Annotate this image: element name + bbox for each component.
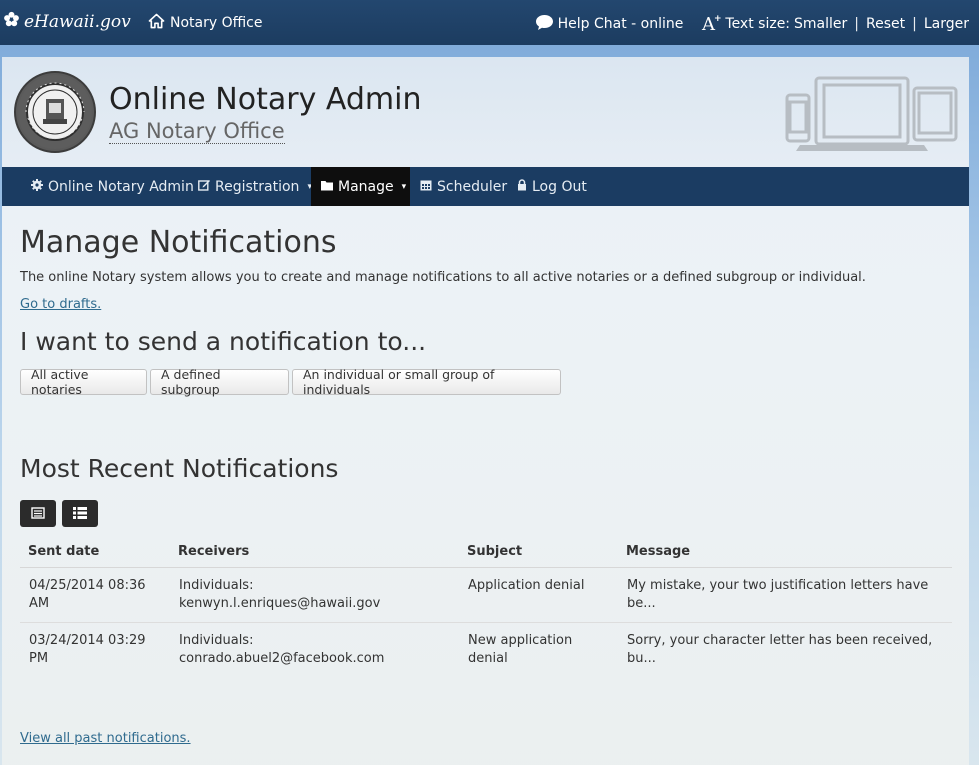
intro-text: The online Notary system allows you to c… bbox=[20, 270, 866, 285]
column-header-sent-date: Sent date bbox=[20, 536, 170, 568]
notifications-table: Sent date Receivers Subject Message 04/2… bbox=[20, 536, 952, 677]
separator: | bbox=[854, 16, 860, 32]
app-header: Online Notary Admin AG Notary Office bbox=[2, 57, 969, 167]
cell-receivers: Individuals: kenwyn.l.enriques@hawaii.go… bbox=[170, 567, 459, 623]
view-all-notifications-link[interactable]: View all past notifications. bbox=[20, 731, 191, 746]
text-size-icon: A + bbox=[701, 13, 722, 35]
responsive-devices-icon bbox=[784, 75, 960, 159]
recent-notifications-heading: Most Recent Notifications bbox=[20, 454, 339, 483]
nav-manage[interactable]: Manage ▾ bbox=[311, 167, 410, 206]
caret-down-icon: ▾ bbox=[401, 181, 407, 192]
table-header-row: Sent date Receivers Subject Message bbox=[20, 536, 952, 568]
ehawaii-brand[interactable]: eHawaii.gov bbox=[3, 11, 131, 32]
cell-receivers: Individuals: conrado.abuel2@facebook.com bbox=[179, 633, 385, 666]
lock-icon bbox=[517, 178, 527, 195]
nav-label: Registration bbox=[215, 178, 300, 195]
hibiscus-icon bbox=[3, 11, 20, 32]
cell-subject: Application denial bbox=[459, 567, 618, 623]
attorney-general-seal-logo bbox=[14, 71, 96, 153]
go-to-drafts-link[interactable]: Go to drafts. bbox=[20, 297, 101, 312]
defined-subgroup-button[interactable]: A defined subgroup bbox=[150, 367, 289, 397]
notary-office-link[interactable]: Notary Office bbox=[148, 13, 262, 33]
nav-label: Online Notary Admin bbox=[48, 178, 194, 195]
page-title: Manage Notifications bbox=[20, 225, 337, 260]
column-header-receivers: Receivers bbox=[170, 536, 459, 568]
cell-sent-date: 04/25/2014 08:36 AM bbox=[20, 567, 170, 623]
text-larger-link[interactable]: Larger bbox=[924, 16, 969, 32]
main-panel: Online Notary Admin AG Notary Office Onl… bbox=[2, 57, 969, 765]
app-title: Online Notary Admin bbox=[109, 82, 422, 117]
home-icon bbox=[148, 13, 165, 33]
chat-bubble-icon bbox=[535, 14, 554, 35]
send-heading: I want to send a notification to... bbox=[20, 327, 427, 356]
column-header-subject: Subject bbox=[459, 536, 618, 568]
cell-message: My mistake, your two justification lette… bbox=[618, 567, 952, 623]
separator: | bbox=[912, 16, 917, 32]
text-size-label: Text size: bbox=[725, 16, 791, 32]
edit-icon bbox=[198, 179, 210, 195]
detail-list-icon bbox=[31, 504, 45, 523]
top-bar: eHawaii.gov Notary Office Help Chat - on… bbox=[0, 0, 979, 45]
column-header-message: Message bbox=[618, 536, 952, 568]
top-right-tools: Help Chat - online A + Text size: Smalle… bbox=[535, 13, 969, 35]
nav-log-out[interactable]: Log Out bbox=[507, 167, 597, 206]
nav-label: Scheduler bbox=[437, 178, 508, 195]
cell-sent-date: 03/24/2014 03:29 PM bbox=[29, 633, 146, 666]
list-icon bbox=[73, 504, 87, 523]
individual-group-button[interactable]: An individual or small group of individu… bbox=[292, 367, 561, 397]
main-navbar: Online Notary Admin Registration ▾ Manag… bbox=[2, 167, 969, 206]
notary-office-label: Notary Office bbox=[170, 15, 263, 31]
detail-view-button[interactable] bbox=[20, 500, 56, 527]
svg-text:+: + bbox=[714, 14, 721, 24]
nav-label: Log Out bbox=[532, 178, 587, 195]
table-row[interactable]: 03/24/2014 03:29 PM Individuals: conrado… bbox=[20, 623, 952, 678]
help-chat-link[interactable]: Help Chat - online bbox=[558, 16, 684, 32]
nav-scheduler[interactable]: Scheduler bbox=[410, 167, 517, 206]
app-subtitle: AG Notary Office bbox=[109, 119, 285, 144]
brand-text: eHawaii.gov bbox=[24, 11, 131, 32]
nav-registration[interactable]: Registration ▾ bbox=[188, 167, 322, 206]
nav-online-notary-admin[interactable]: Online Notary Admin bbox=[21, 167, 204, 206]
text-reset-link[interactable]: Reset bbox=[866, 16, 905, 32]
nav-label: Manage bbox=[338, 178, 394, 195]
text-smaller-link[interactable]: Smaller bbox=[794, 16, 847, 32]
folder-icon bbox=[321, 179, 333, 195]
list-view-button[interactable] bbox=[62, 500, 98, 527]
table-row[interactable]: 04/25/2014 08:36 AM Individuals: kenwyn.… bbox=[20, 567, 952, 623]
cell-subject: New application denial bbox=[468, 633, 573, 666]
calendar-icon bbox=[420, 179, 432, 195]
cell-message: Sorry, your character letter has been re… bbox=[627, 633, 933, 666]
all-active-notaries-button[interactable]: All active notaries bbox=[20, 367, 147, 397]
gear-icon bbox=[31, 178, 43, 195]
